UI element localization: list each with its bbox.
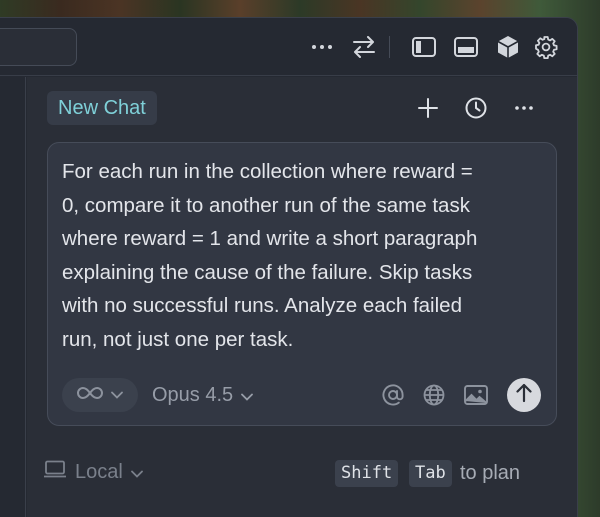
prompt-line: 0, compare it to another run of the same…: [62, 193, 470, 217]
image-icon[interactable]: [462, 381, 490, 409]
prompt-line: explaining the cause of the failure. Ski…: [62, 260, 473, 284]
shortcut-hint: to plan: [460, 462, 521, 484]
prompt-line: run, not just one per task.: [62, 327, 294, 351]
gear-icon[interactable]: [533, 34, 559, 60]
history-icon[interactable]: [462, 94, 490, 122]
title-bar: [0, 18, 577, 76]
prompt-line: For each run in the collection where rew…: [62, 160, 473, 183]
arrow-up-icon: [516, 383, 532, 408]
shortcut-key: Tab: [409, 460, 452, 487]
toolbar-divider: [389, 36, 390, 58]
chevron-down-icon: [111, 386, 123, 404]
more-icon[interactable]: [510, 94, 538, 122]
swap-icon[interactable]: [351, 34, 377, 60]
chevron-down-icon: [130, 461, 143, 484]
prompt-input[interactable]: For each run in the collection where rew…: [62, 155, 547, 357]
shortcut-key: Shift: [335, 460, 399, 487]
environment-label: Local: [75, 460, 123, 483]
model-selector[interactable]: Opus 4.5: [152, 378, 254, 412]
cube-icon[interactable]: [495, 34, 521, 60]
prompt-composer[interactable]: For each run in the collection where rew…: [47, 142, 557, 426]
prompt-line: with no successful runs. Analyze each fa…: [62, 294, 462, 318]
globe-icon[interactable]: [420, 381, 448, 409]
infinity-icon: [77, 386, 103, 405]
tab-new-chat[interactable]: New Chat: [47, 91, 157, 125]
agent-mode-selector[interactable]: [62, 378, 138, 412]
at-icon[interactable]: [379, 381, 407, 409]
app-window: New Chat For each run in the collection …: [0, 17, 578, 517]
environment-selector[interactable]: Local: [43, 458, 143, 486]
panel-bottom-icon[interactable]: [453, 34, 479, 60]
search-box[interactable]: [0, 28, 77, 66]
sidebar-left-icon[interactable]: [411, 34, 437, 60]
model-label: Opus 4.5: [152, 383, 234, 406]
more-icon[interactable]: [309, 34, 335, 60]
chevron-down-icon: [241, 384, 254, 407]
plus-icon[interactable]: [414, 94, 442, 122]
prompt-line: where reward = 1 and write a short parag…: [62, 227, 478, 251]
chat-panel: New Chat For each run in the collection …: [27, 77, 577, 517]
laptop-icon: [43, 460, 67, 484]
send-button[interactable]: [507, 378, 541, 412]
left-pane: [0, 77, 26, 517]
